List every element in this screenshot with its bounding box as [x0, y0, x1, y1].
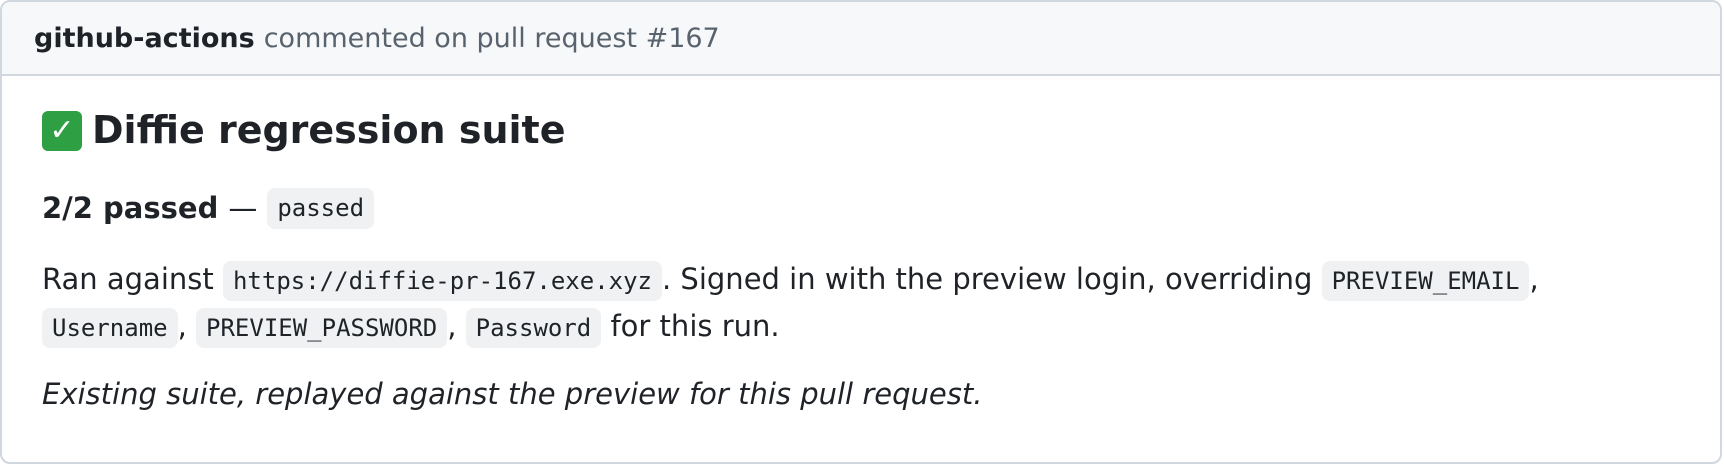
status-badge: passed: [267, 187, 375, 229]
status-line: 2/2 passed — passed: [42, 187, 1680, 229]
preview-password-var: PREVIEW_PASSWORD: [196, 307, 448, 348]
suite-title: Diffie regression suite: [92, 108, 566, 152]
run-middle-text: . Signed in with the preview login, over…: [662, 261, 1313, 296]
comment-box: github-actions commented on pull request…: [0, 0, 1722, 464]
username-value: Username: [42, 307, 178, 348]
suite-heading: ✓ Diffie regression suite: [42, 76, 1680, 152]
comma-separator: ,: [1529, 261, 1539, 296]
comma-separator: ,: [177, 308, 187, 343]
password-value: Password: [465, 307, 602, 348]
comment-action-text: commented on pull request #167: [263, 22, 720, 54]
comment-body: ✓ Diffie regression suite 2/2 passed — p…: [2, 76, 1720, 411]
comment-header: github-actions commented on pull request…: [2, 2, 1720, 76]
status-separator: —: [228, 190, 258, 225]
pass-count: 2/2 passed: [42, 190, 219, 225]
preview-url: https://diffie-pr-167.exe.xyz: [222, 260, 662, 301]
comma-separator: ,: [447, 308, 457, 343]
comment-author-link[interactable]: github-actions: [34, 25, 255, 52]
run-details: Ran against https://diffie-pr-167.exe.xy…: [42, 257, 1682, 351]
preview-email-var: PREVIEW_EMAIL: [1321, 260, 1530, 301]
suite-note: Existing suite, replayed against the pre…: [42, 376, 983, 411]
check-mark-button-icon: ✓: [42, 110, 82, 151]
run-prefix: Ran against: [42, 261, 214, 296]
run-suffix: for this run.: [610, 308, 780, 343]
